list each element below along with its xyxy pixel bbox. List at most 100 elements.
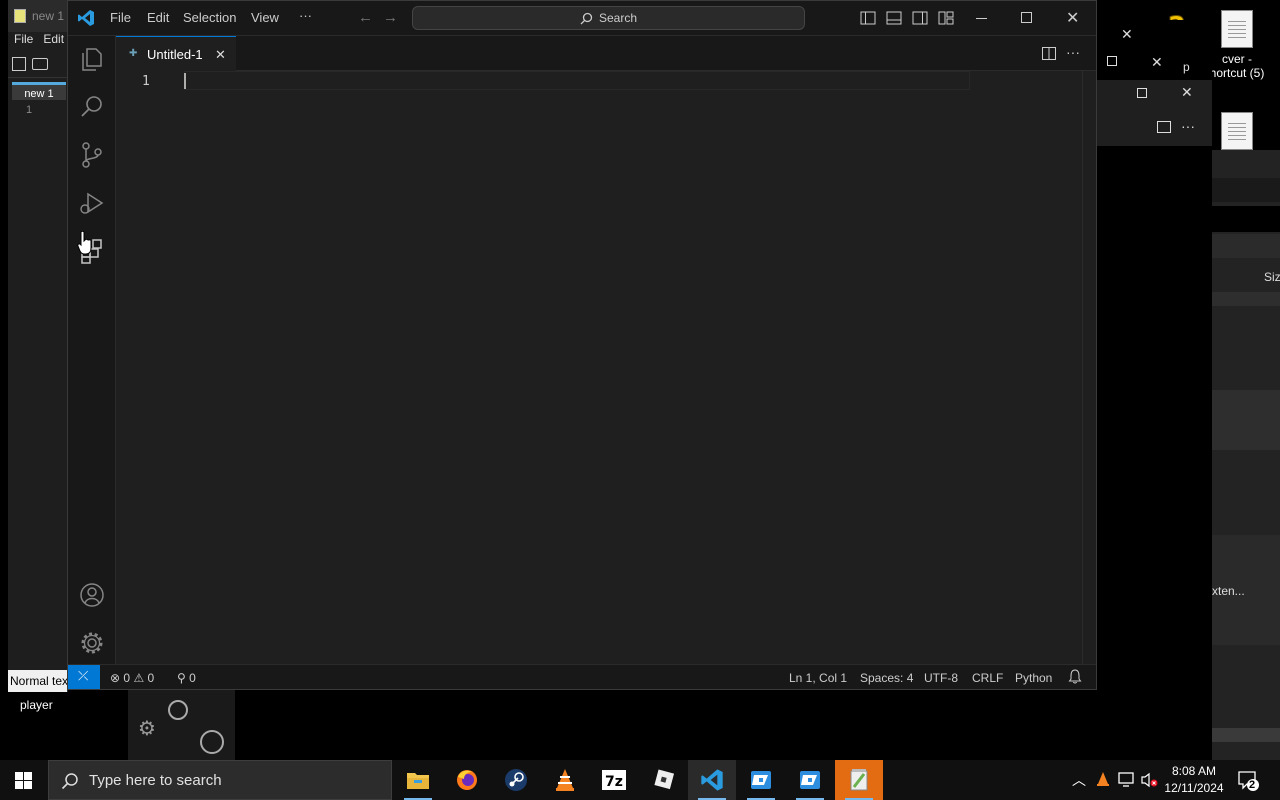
language-mode[interactable]: Python xyxy=(1015,671,1052,685)
maximize-icon[interactable] xyxy=(1107,56,1117,66)
desktop-shortcut-label: cver - hortcut (5) xyxy=(1209,52,1265,80)
roblox-studio-taskbar-icon[interactable] xyxy=(737,760,785,800)
source-control-icon[interactable] xyxy=(77,140,107,170)
problems-indicator[interactable]: ⊗ 0 ⚠ 0 xyxy=(110,671,154,685)
desktop-shortcut[interactable]: cver - hortcut (5) xyxy=(1202,10,1272,80)
close-icon[interactable]: ✕ xyxy=(1121,26,1133,43)
notepadpp-taskbar-icon[interactable] xyxy=(835,760,883,800)
vlc-tray-icon[interactable] xyxy=(1096,771,1110,787)
more-icon[interactable]: ··· xyxy=(1181,118,1195,134)
search-icon[interactable] xyxy=(77,92,107,122)
current-line-highlight xyxy=(184,71,970,90)
ports-count: 0 xyxy=(189,671,196,685)
warning-icon: ⚠ xyxy=(133,671,145,685)
vlc-taskbar-icon[interactable] xyxy=(541,760,589,800)
tab-untitled-1[interactable]: ✚ Untitled-1 ✕ xyxy=(116,36,236,71)
notepadpp-icon xyxy=(14,9,26,23)
new-file-icon[interactable] xyxy=(12,56,26,71)
toggle-primary-sidebar-icon[interactable] xyxy=(860,10,876,26)
background-window-3[interactable]: Size xten... xyxy=(1212,150,1280,760)
explorer-icon[interactable] xyxy=(77,44,107,74)
svg-text:7z: 7z xyxy=(605,774,623,790)
forward-arrow-icon[interactable]: → xyxy=(383,9,398,26)
run-debug-icon[interactable] xyxy=(77,188,107,218)
menu-file[interactable]: File xyxy=(14,32,33,50)
file-explorer-taskbar-icon[interactable] xyxy=(394,760,442,800)
line-number: 1 xyxy=(8,100,66,670)
firefox-taskbar-icon[interactable] xyxy=(443,760,491,800)
accounts-icon[interactable] xyxy=(77,580,107,610)
editor-tabs: ✚ Untitled-1 ✕ ··· xyxy=(116,36,1096,71)
maximize-icon[interactable] xyxy=(1137,88,1147,98)
network-icon[interactable] xyxy=(1118,772,1136,788)
7zip-taskbar-icon[interactable]: 7z xyxy=(590,760,638,800)
error-icon: ⊗ xyxy=(110,671,121,685)
titlebar[interactable]: File Edit Selection View ··· ← → Search … xyxy=(68,1,1096,36)
text-cursor xyxy=(184,73,186,89)
customize-layout-icon[interactable] xyxy=(938,10,954,26)
menu-edit[interactable]: Edit xyxy=(147,10,169,25)
menu-file[interactable]: File xyxy=(110,10,131,25)
command-center-search[interactable]: Search xyxy=(412,6,805,30)
remote-indicator[interactable]: ⤫ xyxy=(68,665,100,689)
volume-muted-icon[interactable] xyxy=(1141,772,1159,788)
search-icon xyxy=(61,772,79,790)
close-icon[interactable]: ✕ xyxy=(1066,8,1079,28)
more-actions-icon[interactable]: ··· xyxy=(1066,44,1080,60)
line-ending[interactable]: CRLF xyxy=(972,671,1003,685)
taskbar-search-placeholder: Type here to search xyxy=(89,771,222,789)
notifications-bell-icon[interactable] xyxy=(1068,669,1082,684)
notepadpp-titlebar[interactable]: new 1 xyxy=(8,0,67,32)
ports-indicator[interactable]: ⚲ 0 xyxy=(177,671,196,685)
account-icon[interactable] xyxy=(168,700,188,720)
vscode-taskbar-icon[interactable] xyxy=(688,760,736,800)
back-arrow-icon[interactable]: ← xyxy=(358,9,373,26)
notepadpp-tab[interactable]: new 1 xyxy=(12,82,66,102)
cursor-position[interactable]: Ln 1, Col 1 xyxy=(789,671,847,685)
vscode-logo-icon xyxy=(77,9,95,27)
menu-more[interactable]: ··· xyxy=(299,8,312,23)
desktop-document[interactable] xyxy=(1202,112,1272,154)
editor-scrollbar[interactable] xyxy=(1082,71,1096,664)
split-editor-icon[interactable] xyxy=(1157,121,1171,133)
list-item-text: xten... xyxy=(1212,584,1245,598)
windows-start-icon[interactable] xyxy=(15,772,32,789)
menu-edit[interactable]: Edit xyxy=(43,32,64,50)
show-hidden-icons-chevron-icon[interactable]: ︿ xyxy=(1072,770,1086,790)
gear-icon[interactable]: ⚙ xyxy=(138,716,156,741)
encoding[interactable]: UTF-8 xyxy=(924,671,958,685)
python-file-icon: ✚ xyxy=(129,48,138,59)
tab-label: Untitled-1 xyxy=(147,47,203,62)
split-editor-icon[interactable] xyxy=(1042,47,1056,60)
system-clock[interactable]: 8:08 AM 12/11/2024 xyxy=(1163,763,1225,797)
minimize-icon[interactable] xyxy=(976,18,987,19)
close-icon[interactable]: ✕ xyxy=(1151,54,1163,71)
maximize-icon[interactable] xyxy=(1021,12,1032,23)
toggle-panel-icon[interactable] xyxy=(886,10,902,26)
account-icon[interactable] xyxy=(200,730,224,754)
toggle-secondary-sidebar-icon[interactable] xyxy=(912,10,928,26)
vscode-window[interactable]: File Edit Selection View ··· ← → Search … xyxy=(67,0,1097,690)
steam-taskbar-icon[interactable] xyxy=(492,760,540,800)
menu-selection[interactable]: Selection xyxy=(183,10,236,25)
document-icon xyxy=(1221,10,1253,48)
notepadpp-window[interactable]: new 1 File Edit new 1 1 Normal text xyxy=(8,0,68,692)
background-panel: ⚙ xyxy=(128,690,235,760)
editor-area[interactable]: 1 xyxy=(116,71,1096,664)
background-window[interactable]: ✕ ✕ p xyxy=(1097,20,1212,80)
roblox-taskbar-icon[interactable] xyxy=(639,760,687,800)
roblox-studio-2-taskbar-icon[interactable] xyxy=(786,760,834,800)
background-window-2[interactable]: ✕ ··· xyxy=(1097,80,1212,146)
warning-count: 0 xyxy=(147,671,155,685)
notepadpp-menubar: File Edit xyxy=(8,32,67,50)
open-folder-icon[interactable] xyxy=(32,57,48,70)
menu-view[interactable]: View xyxy=(251,10,279,25)
remote-icon: ⤫ xyxy=(78,668,89,683)
column-header-size[interactable]: Size xyxy=(1264,270,1280,284)
manage-gear-icon[interactable] xyxy=(77,628,107,658)
tab-close-icon[interactable]: ✕ xyxy=(215,47,226,63)
indentation[interactable]: Spaces: 4 xyxy=(860,671,913,685)
notepadpp-toolbar xyxy=(8,50,67,78)
taskbar-search-box[interactable]: Type here to search xyxy=(48,760,392,800)
close-icon[interactable]: ✕ xyxy=(1181,84,1193,101)
